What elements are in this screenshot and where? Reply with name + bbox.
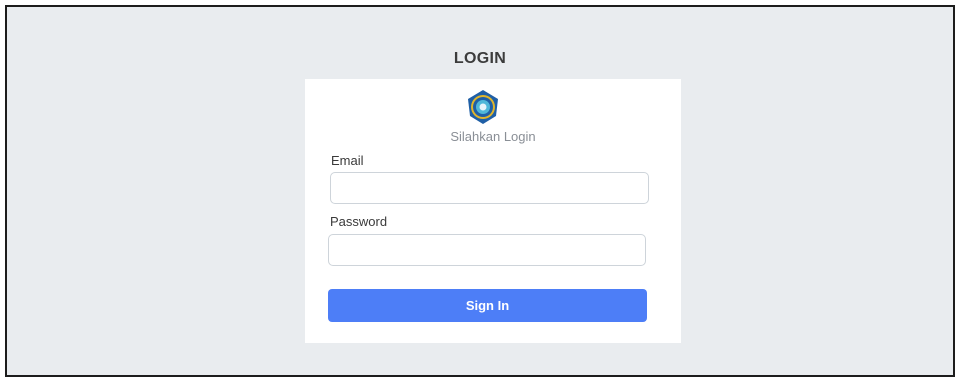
login-card: Silahkan Login Email Password Sign In: [305, 79, 681, 343]
password-label: Password: [330, 214, 388, 229]
sign-in-button[interactable]: Sign In: [328, 289, 647, 322]
login-page: LOGIN Silahkan Login Email Password Sign…: [5, 5, 955, 377]
email-label: Email: [331, 153, 364, 168]
page-title: LOGIN: [453, 50, 507, 67]
password-field[interactable]: [328, 234, 646, 266]
login-subtitle: Silahkan Login: [450, 129, 536, 144]
seal-logo-icon: [468, 90, 498, 124]
email-field[interactable]: [330, 172, 649, 204]
